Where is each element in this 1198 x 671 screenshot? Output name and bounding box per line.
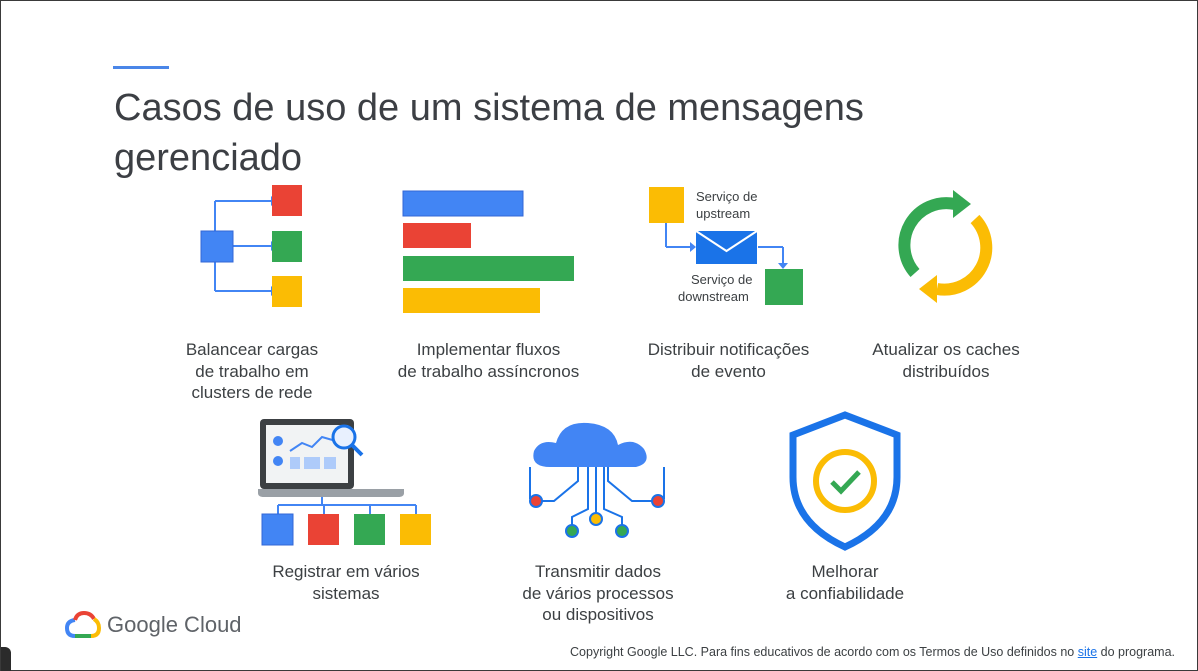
refresh-cycle-icon xyxy=(898,190,993,303)
downstream-label-line-2: downstream xyxy=(678,289,749,304)
use-case-7-caption: Melhorar a confiabilidade xyxy=(755,561,935,604)
use-case-1-line-3: clusters de rede xyxy=(191,383,313,402)
shield-check-icon xyxy=(789,411,901,551)
footer-text-before: Copyright Google LLC. Para fins educativ… xyxy=(570,645,1078,659)
slide-title: Casos de uso de um sistema de mensagens … xyxy=(114,83,1014,183)
use-case-6-line-2: de vários processos xyxy=(522,583,674,603)
use-case-3-line-1: Distribuir notificações xyxy=(647,340,810,359)
slide-title-line-1: Casos de uso de um sistema de mensagens xyxy=(114,87,864,129)
use-case-3-line-2: de evento xyxy=(691,361,766,381)
use-case-1-line-2: de trabalho em xyxy=(195,361,309,381)
downstream-label-line-1: Serviço de xyxy=(691,272,752,287)
footer-site-link[interactable]: site xyxy=(1078,645,1097,659)
use-case-7-line-1: Melhorar xyxy=(811,562,879,581)
slide-title-line-2: gerenciado xyxy=(114,137,303,179)
use-case-2-caption: Implementar fluxos de trabalho assíncron… xyxy=(376,339,601,382)
cloud-network-icon xyxy=(529,422,665,538)
use-case-6-caption: Transmitir dados de vários processos ou … xyxy=(498,561,698,626)
use-case-2-line-1: Implementar fluxos xyxy=(416,340,561,359)
footer-text-after: do programa. xyxy=(1097,645,1175,659)
notification-flow-icon: Serviço de upstream Serviço de downstrea… xyxy=(649,187,803,305)
laptop-logging-icon xyxy=(258,419,431,546)
use-case-5-line-2: sistemas xyxy=(312,583,380,603)
use-case-3-caption: Distribuir notificações de evento xyxy=(621,339,836,382)
upstream-label-line-2: upstream xyxy=(696,206,750,221)
use-case-6-line-3: ou dispositivos xyxy=(542,605,654,624)
use-case-1-line-1: Balancear cargas xyxy=(185,340,319,359)
use-case-4-line-1: Atualizar os caches xyxy=(872,340,1020,359)
use-case-2-line-2: de trabalho assíncronos xyxy=(397,361,580,381)
async-bars-icon xyxy=(402,190,574,313)
upstream-label-line-1: Serviço de xyxy=(696,189,757,204)
corner-handle[interactable] xyxy=(1,647,11,671)
use-case-5-caption: Registrar em vários sistemas xyxy=(251,561,441,604)
use-case-6-line-1: Transmitir dados xyxy=(535,562,661,581)
slide-frame: Casos de uso de um sistema de mensagens … xyxy=(0,0,1198,671)
google-cloud-logo-icon xyxy=(65,610,101,638)
use-case-4-line-2: distribuídos xyxy=(902,361,990,381)
use-case-5-line-1: Registrar em vários xyxy=(272,562,420,581)
use-case-4-caption: Atualizar os caches distribuídos xyxy=(851,339,1041,382)
use-case-1-caption: Balancear cargas de trabalho em clusters… xyxy=(167,339,337,404)
load-balancing-icon xyxy=(200,185,302,307)
google-cloud-logo-text: Google Cloud xyxy=(107,612,242,637)
use-case-7-line-2: a confiabilidade xyxy=(785,583,905,603)
copyright-footer: Copyright Google LLC. Para fins educativ… xyxy=(570,645,1175,659)
title-accent-line xyxy=(113,66,169,69)
